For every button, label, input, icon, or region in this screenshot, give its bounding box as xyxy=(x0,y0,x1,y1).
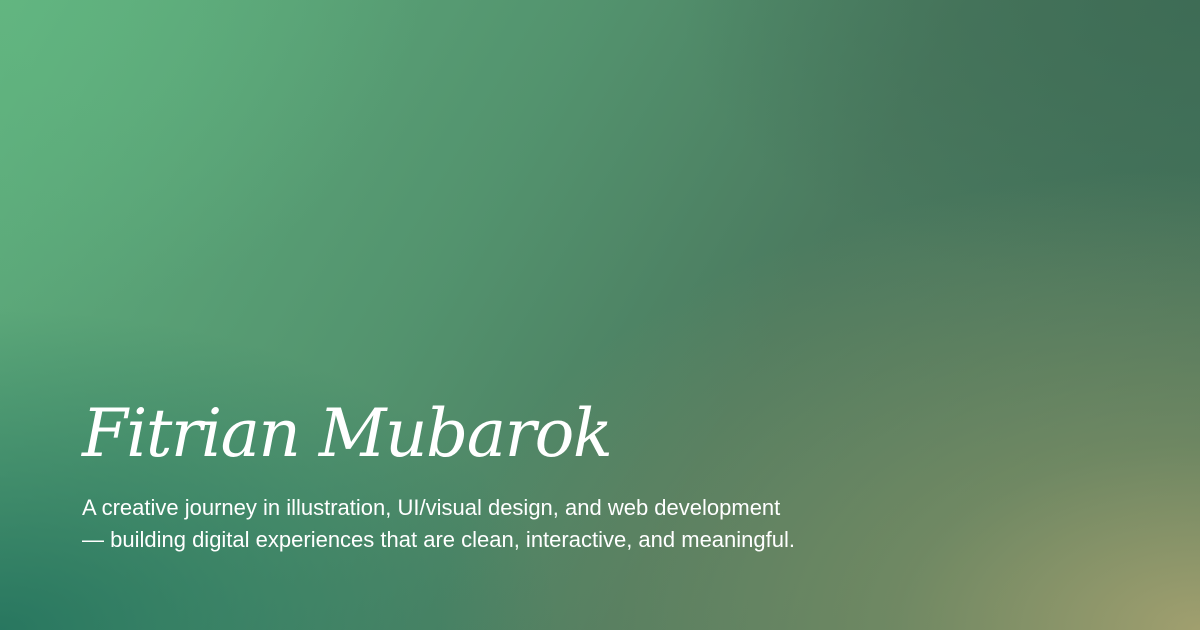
hero-description-line: — building digital experiences that are … xyxy=(82,527,795,552)
hero-banner: Fitrian Mubarok A creative journey in il… xyxy=(0,0,1200,630)
hero-title: Fitrian Mubarok xyxy=(82,395,613,472)
hero-description-line: A creative journey in illustration, UI/v… xyxy=(82,495,781,520)
hero-description: A creative journey in illustration, UI/v… xyxy=(82,492,922,556)
